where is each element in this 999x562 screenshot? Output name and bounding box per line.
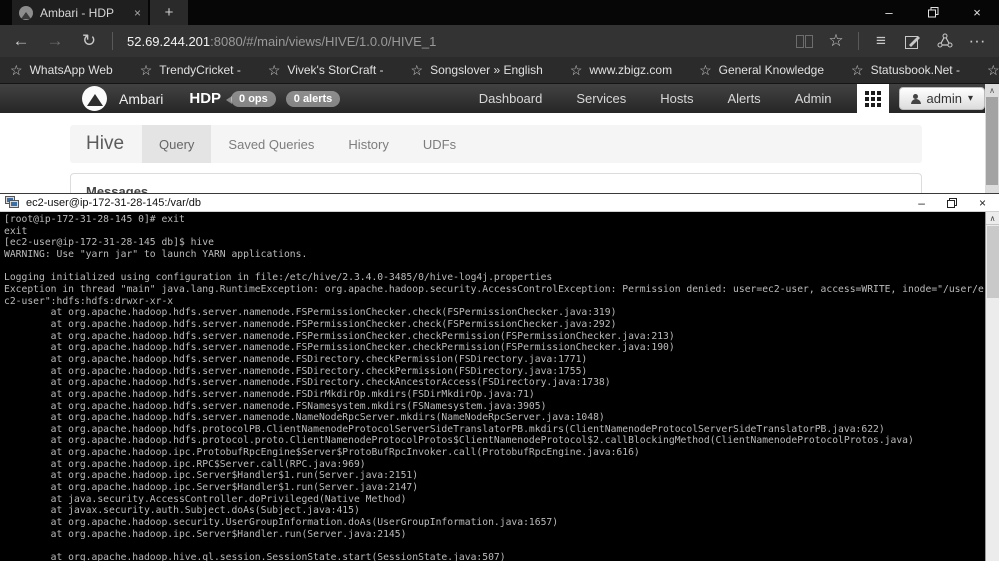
terminal-scrollbar-thumb[interactable] [987, 226, 999, 298]
ambari-favicon-icon [19, 5, 33, 20]
url-path: :8080/#/main/views/HIVE/1.0.0/HIVE_1 [210, 33, 437, 49]
terminal-scroll-up-icon[interactable]: ∧ [986, 212, 999, 225]
user-label: admin [926, 91, 962, 106]
share-button[interactable] [929, 33, 961, 49]
alerts-badge[interactable]: 0 alerts [285, 90, 341, 107]
refresh-button[interactable]: ↻ [72, 31, 106, 51]
ops-badge[interactable]: 0 ops [226, 90, 276, 107]
ambari-nav: Dashboard Services Hosts Alerts Admin ad… [462, 84, 999, 113]
browser-titlebar: Ambari - HDP × + – × [0, 0, 999, 25]
bookmark-label: TrendyCricket - [159, 63, 241, 77]
terminal-window-controls: – × [918, 197, 994, 209]
bookmark-star-icon: ☆ [986, 62, 999, 78]
bookmark-label: Vivek's StorCraft - [287, 63, 384, 77]
bookmark-statusbook[interactable]: ☆ Statusbook.Net - [851, 63, 960, 77]
window-controls: – × [867, 0, 999, 25]
terminal-restore-button[interactable] [946, 197, 957, 208]
user-menu-button[interactable]: admin ▾ [898, 87, 985, 110]
browser-tab[interactable]: Ambari - HDP × [12, 0, 148, 25]
grid-icon [864, 90, 881, 107]
tab-udfs[interactable]: UDFs [406, 125, 473, 163]
forward-button[interactable]: → [38, 31, 72, 51]
page-scrollbar[interactable]: ∧ [985, 84, 999, 194]
screen: Ambari - HDP × + – × ← → ↻ 52.69.244.201… [0, 0, 999, 562]
window-close-button[interactable]: × [955, 0, 999, 25]
nav-alerts[interactable]: Alerts [710, 91, 777, 106]
terminal-output: [root@ip-172-31-28-145 0]# exit exit [ec… [4, 214, 984, 561]
new-tab-button[interactable]: + [150, 0, 188, 25]
bookmark-label: General Knowledge [718, 63, 825, 77]
bookmark-funny-status[interactable]: ☆Funny Status [987, 63, 999, 77]
url-host: 52.69.244.201 [127, 33, 211, 49]
terminal-window: ec2-user@ip-172-31-28-145:/var/db – × [r… [0, 193, 999, 562]
terminal-scrollbar[interactable]: ∧ [985, 212, 999, 561]
putty-icon [5, 196, 20, 209]
navbar-actions: ☆ ≡ ··· [788, 31, 999, 51]
user-icon [910, 93, 921, 104]
nav-admin[interactable]: Admin [778, 91, 849, 106]
hive-tabs-bar: Hive Query Saved Queries History UDFs [70, 125, 922, 163]
navbar-divider-2 [858, 32, 859, 50]
bookmark-label: www.zbigz.com [589, 63, 673, 77]
page-scrollbar-thumb[interactable] [986, 97, 998, 185]
bookmark-star-icon: ☆ [699, 62, 712, 78]
bookmark-whatsapp-web[interactable]: ☆ WhatsApp Web [10, 63, 113, 77]
terminal-body[interactable]: [root@ip-172-31-28-145 0]# exit exit [ec… [0, 212, 999, 561]
browser-navbar: ← → ↻ 52.69.244.201:8080/#/main/views/HI… [0, 25, 999, 57]
bookmark-label: Songslover » English [430, 63, 543, 77]
terminal-titlebar[interactable]: ec2-user@ip-172-31-28-145:/var/db – × [0, 193, 999, 212]
nav-hosts[interactable]: Hosts [643, 91, 710, 106]
chevron-down-icon: ▾ [967, 93, 973, 104]
bookmarks-bar: ☆ WhatsApp Web ☆ TrendyCricket - ☆ Vivek's … [0, 57, 999, 84]
bookmark-label: Statusbook.Net - [870, 63, 960, 77]
web-note-button[interactable] [897, 34, 929, 49]
bookmark-trendycricket[interactable]: ☆ TrendyCricket - [140, 63, 241, 77]
cluster-name[interactable]: HDP [189, 90, 221, 107]
scroll-up-icon[interactable]: ∧ [985, 84, 999, 96]
navbar-divider [112, 32, 113, 50]
ambari-brand: Ambari [119, 90, 164, 107]
bookmark-star-icon: ☆ [410, 62, 424, 78]
terminal-minimize-button[interactable]: – [918, 197, 925, 209]
views-grid-button[interactable] [856, 84, 889, 113]
bookmark-star-icon: ☆ [569, 62, 583, 78]
tab-query[interactable]: Query [142, 125, 212, 163]
tab-close-icon[interactable]: × [134, 7, 141, 19]
bookmark-star-icon: ☆ [10, 62, 23, 78]
favorite-star-button[interactable]: ☆ [820, 31, 852, 51]
terminal-title: ec2-user@ip-172-31-28-145:/var/db [26, 196, 202, 209]
nav-services[interactable]: Services [559, 91, 643, 106]
hive-view-title: Hive [86, 133, 125, 154]
bookmark-star-icon: ☆ [851, 62, 864, 78]
ambari-header: Ambari HDP 0 ops 0 alerts Dashboard Serv… [0, 84, 999, 113]
bookmark-star-icon: ☆ [139, 62, 153, 78]
terminal-close-button[interactable]: × [979, 197, 986, 209]
back-button[interactable]: ← [4, 31, 38, 51]
more-button[interactable]: ··· [961, 31, 993, 51]
bookmark-songslover[interactable]: ☆ Songslover » English [411, 63, 543, 77]
address-bar[interactable]: 52.69.244.201:8080/#/main/views/HIVE/1.0… [127, 34, 436, 49]
window-restore-button[interactable] [911, 0, 955, 25]
reading-view-icon[interactable] [788, 34, 820, 48]
bookmark-label: WhatsApp Web [29, 63, 113, 77]
tab-history[interactable]: History [331, 125, 405, 163]
bookmark-zbigz[interactable]: ☆ www.zbigz.com [570, 63, 672, 77]
hub-button[interactable]: ≡ [865, 31, 897, 51]
tab-saved-queries[interactable]: Saved Queries [211, 125, 331, 163]
bookmark-star-icon: ☆ [267, 62, 281, 78]
window-minimize-button[interactable]: – [867, 0, 911, 25]
bookmark-viveks-storcraft[interactable]: ☆ Vivek's StorCraft - [268, 63, 384, 77]
ambari-logo-icon [82, 86, 107, 111]
nav-dashboard[interactable]: Dashboard [462, 91, 560, 106]
tab-title: Ambari - HDP [40, 5, 115, 20]
bookmark-general-knowledge[interactable]: ☆ General Knowledge [699, 63, 824, 77]
